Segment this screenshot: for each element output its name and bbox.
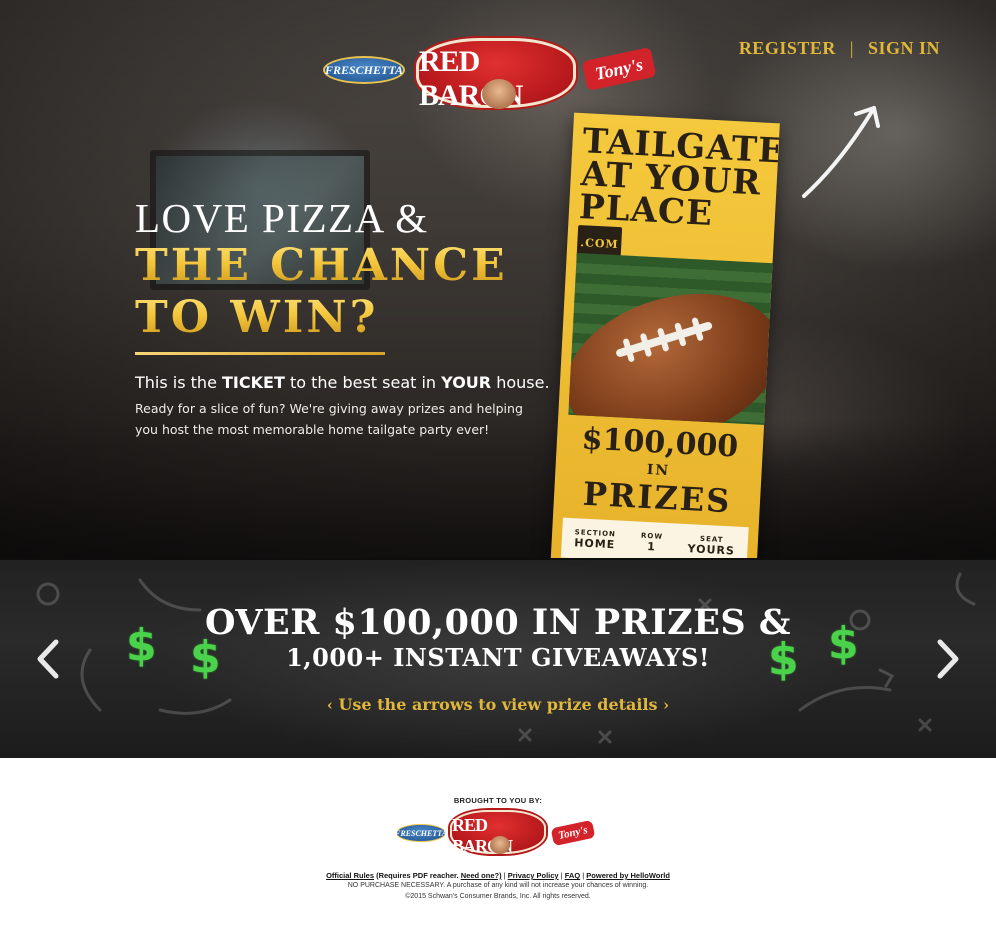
baron-face-icon — [482, 79, 516, 109]
tonys-logo[interactable]: Tony's — [581, 47, 657, 91]
headline-love-pizza: LOVE PIZZA & — [135, 195, 429, 241]
intro-text-2: to the best seat in — [289, 373, 437, 392]
page-footer: BROUGHT TO YOU BY: FRESCHETTA RED BARON … — [0, 758, 996, 947]
footer-separator: | — [582, 871, 585, 880]
baron-face-icon — [490, 836, 510, 854]
ticket-title: TAILGATE AT YOUR PLACE .COM — [566, 113, 780, 270]
official-rules-link[interactable]: Official Rules — [326, 871, 374, 880]
football-field-image — [568, 252, 773, 425]
need-one-link[interactable]: Need one?) — [461, 871, 502, 880]
headline-to-win: TO WIN? — [135, 292, 555, 344]
intro-text-3: house. — [496, 373, 550, 392]
chevron-left-icon: ‹ — [326, 696, 333, 714]
footer-red-baron-logo[interactable]: RED BARON — [450, 810, 546, 856]
prize-band-title: OVER $100,000 IN PRIZES & — [205, 602, 791, 643]
privacy-policy-link[interactable]: Privacy Policy — [508, 871, 559, 880]
seat-seat-value: YOURS — [687, 541, 736, 558]
faq-link[interactable]: FAQ — [565, 871, 580, 880]
footer-brand-logos: FRESCHETTA RED BARON Tony's — [394, 810, 604, 858]
intro-your-word: YOUR — [441, 373, 492, 392]
prize-band-hint-text: Use the arrows to view prize details — [338, 695, 658, 714]
prize-band-hint: ‹ Use the arrows to view prize details › — [0, 695, 996, 714]
pdf-note: (Requires PDF reacher. — [376, 871, 459, 880]
prize-carousel: $ $ $ $ OVER $100,000 IN PRIZES & 1,000+… — [0, 558, 996, 758]
headline-the-chance: THE CHANCE — [135, 240, 555, 292]
nav-separator: | — [849, 38, 854, 58]
football-icon — [568, 269, 773, 425]
powered-by-link[interactable]: Powered by HelloWorld — [586, 871, 670, 880]
hero-headline: LOVE PIZZA & THE CHANCE TO WIN? — [135, 196, 555, 355]
seat-section-value: HOME — [573, 535, 616, 551]
seat-row-value: 1 — [646, 539, 657, 553]
ticket-seat-info: SECTION HOME ROW 1 SEAT YOURS — [560, 517, 749, 558]
chevron-right-icon: › — [663, 696, 670, 714]
brought-to-you-label: BROUGHT TO YOU BY: — [453, 796, 543, 805]
intro-text-1: This is the — [135, 373, 217, 392]
seat-section: SECTION HOME — [574, 528, 616, 551]
footer-links: Official Rules (Requires PDF reacher. Ne… — [0, 871, 996, 880]
tailgate-ticket[interactable]: TAILGATE AT YOUR PLACE .COM $100,000 IN … — [550, 112, 780, 558]
sign-in-link[interactable]: SIGN IN — [868, 38, 940, 59]
brand-logos: FRESCHETTA RED BARON Tony's — [320, 38, 660, 112]
headline-underline — [135, 352, 385, 355]
footer-freschetta-logo[interactable]: FRESCHETTA — [395, 824, 447, 842]
seat-row: ROW 1 — [640, 531, 663, 553]
prize-band-subtitle: 1,000+ INSTANT GIVEAWAYS! — [286, 643, 710, 672]
register-link[interactable]: REGISTER — [739, 38, 836, 59]
copyright-notice: ©2015 Schwan's Consumer Brands, Inc. All… — [405, 893, 591, 900]
intro-ticket-word: TICKET — [222, 373, 285, 392]
ticket-prize-block: $100,000 IN PRIZES — [553, 412, 764, 522]
hero-intro: This is the TICKET to the best seat in Y… — [135, 373, 555, 392]
footer-tonys-logo[interactable]: Tony's — [550, 819, 596, 847]
seat-seat: SEAT YOURS — [687, 534, 735, 557]
freschetta-logo[interactable]: FRESCHETTA — [323, 56, 405, 84]
hero-section: FRESCHETTA RED BARON Tony's REGISTER | S… — [0, 0, 996, 558]
hero-body: Ready for a slice of fun? We're giving a… — [135, 401, 523, 437]
red-baron-logo[interactable]: RED BARON — [416, 38, 576, 112]
account-nav: REGISTER | SIGN IN — [739, 38, 940, 59]
chalk-arrow-icon — [802, 106, 880, 198]
footer-separator: | — [560, 871, 563, 880]
legal-disclaimer: NO PURCHASE NECESSARY. A purchase of any… — [347, 882, 649, 889]
footer-separator: | — [503, 871, 506, 880]
